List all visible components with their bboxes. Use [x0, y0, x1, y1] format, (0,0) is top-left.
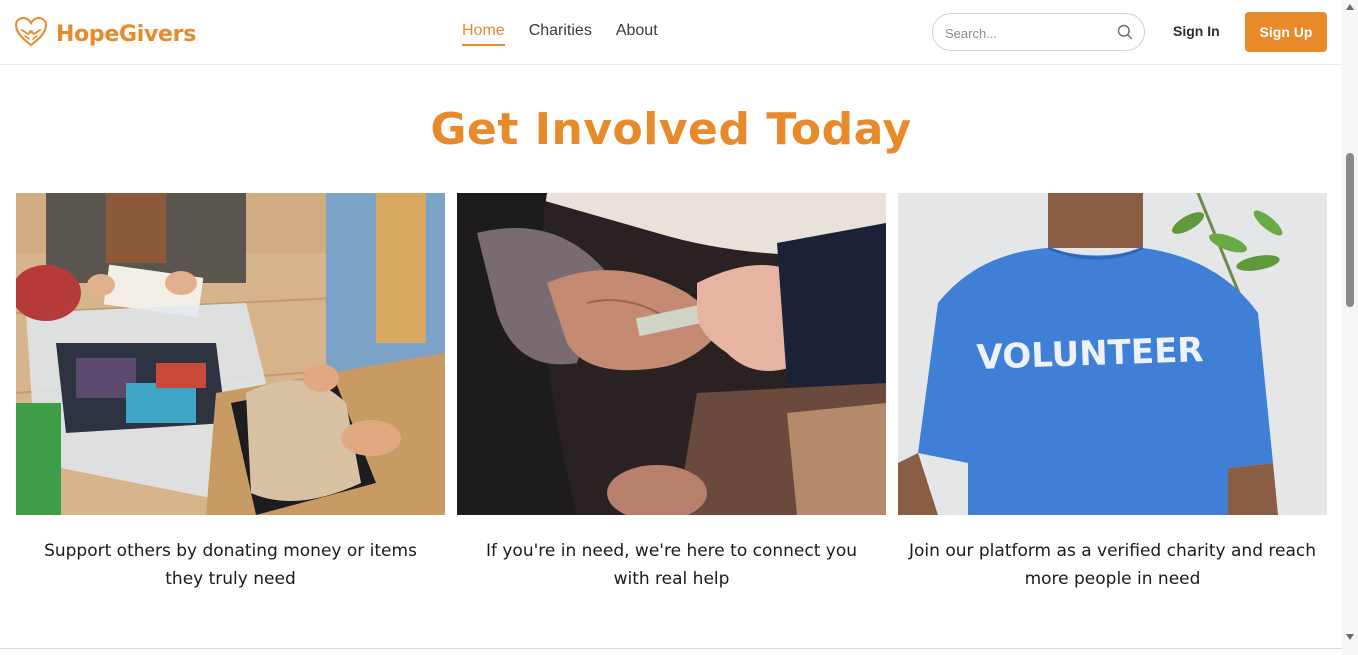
sign-in-link[interactable]: Sign In	[1173, 23, 1220, 39]
nav-about[interactable]: About	[616, 22, 658, 46]
scroll-down-arrow-icon[interactable]	[1346, 634, 1354, 640]
page-title: Get Involved Today	[430, 104, 912, 155]
card-caption: Support others by donating money or item…	[44, 541, 417, 589]
nav-home[interactable]: Home	[462, 22, 505, 46]
scrollbar-thumb[interactable]	[1346, 153, 1354, 307]
helping-hands-photo	[457, 193, 886, 515]
nav-charities[interactable]: Charities	[529, 22, 592, 46]
card-get-help: If you're in need, we're here to connect…	[457, 193, 886, 593]
shirt-volunteer-text: VOLUNTEER	[976, 330, 1204, 378]
search-box	[932, 13, 1145, 51]
volunteer-shirt-photo: VOLUNTEER	[898, 193, 1327, 515]
section-divider	[0, 648, 1342, 649]
donating-clothes-photo	[16, 193, 445, 515]
page-scrollbar[interactable]	[1342, 0, 1358, 655]
card-volunteer: VOLUNTEER Join our platform as a verifie…	[898, 193, 1327, 593]
card-caption: Join our platform as a verified charity …	[909, 541, 1316, 589]
sign-up-button[interactable]: Sign Up	[1245, 12, 1327, 52]
main-nav: Home Charities About	[462, 22, 658, 46]
brand-logo[interactable]: HopeGivers	[14, 16, 196, 53]
brand-name: HopeGivers	[56, 22, 197, 47]
scroll-up-arrow-icon[interactable]	[1346, 4, 1354, 10]
search-input[interactable]	[945, 23, 1110, 43]
site-header: HopeGivers Home Charities About Sign In …	[0, 0, 1342, 65]
search-icon[interactable]	[1117, 24, 1133, 45]
heart-hands-icon	[14, 16, 48, 53]
card-caption: If you're in need, we're here to connect…	[485, 541, 858, 589]
card-donate: Support others by donating money or item…	[16, 193, 445, 593]
